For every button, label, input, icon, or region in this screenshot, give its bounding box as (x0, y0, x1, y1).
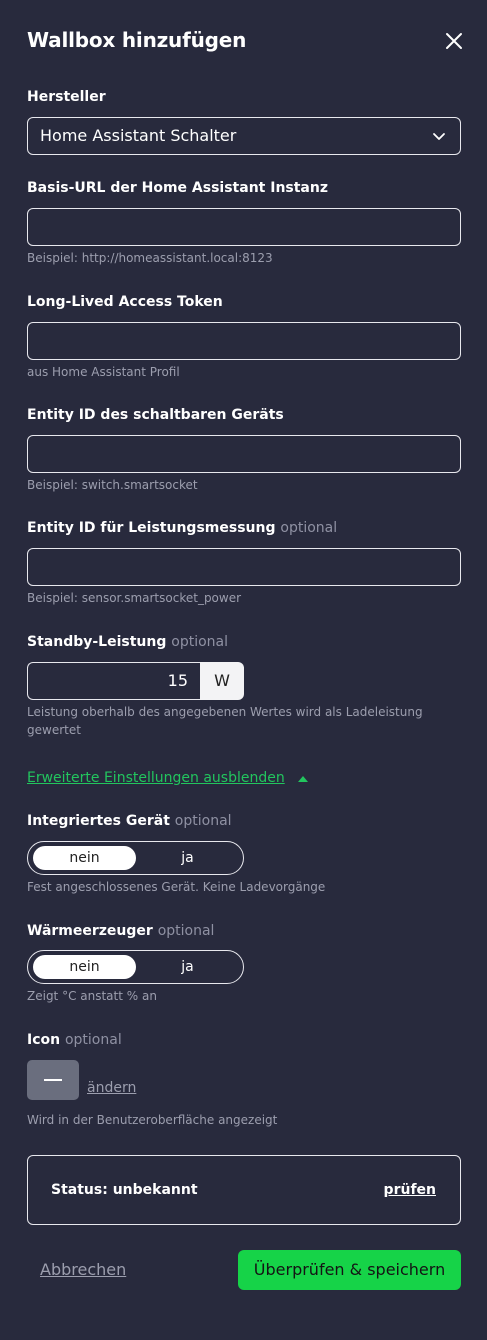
integrated-label: Integriertes Gerät optional (27, 813, 232, 829)
standby-help-1: Leistung oberhalb des angegebenen Wertes… (27, 705, 423, 719)
minus-icon (44, 1079, 62, 1081)
standby-unit: W (200, 662, 244, 700)
dialog-title: Wallbox hinzufügen (27, 28, 247, 52)
standby-input[interactable]: 15 (27, 662, 200, 700)
power-entity-input[interactable] (27, 548, 461, 586)
switch-entity-label: Entity ID des schaltbaren Geräts (27, 407, 284, 423)
heater-label: Wärmeerzeuger optional (27, 923, 215, 939)
optional-tag: optional (280, 520, 338, 536)
manufacturer-label: Hersteller (27, 89, 106, 105)
chevron-down-icon (433, 133, 445, 140)
switch-entity-help: Beispiel: switch.smartsocket (27, 478, 198, 492)
close-icon[interactable] (444, 31, 464, 51)
manufacturer-value: Home Assistant Schalter (40, 126, 237, 145)
icon-preview[interactable] (27, 1060, 79, 1100)
cancel-button[interactable]: Abbrechen (40, 1260, 126, 1279)
optional-tag: optional (171, 634, 228, 650)
status-text: Status: unbekannt (51, 1182, 198, 1198)
power-entity-help: Beispiel: sensor.smartsocket_power (27, 591, 242, 605)
heater-help: Zeigt °C anstatt % an (27, 989, 157, 1003)
power-entity-label: Entity ID für Leistungsmessung optional (27, 520, 338, 536)
optional-tag: optional (174, 813, 232, 829)
optional-tag: optional (157, 923, 215, 939)
standby-label: Standby-Leistung optional (27, 634, 228, 650)
optional-tag: optional (64, 1032, 122, 1048)
heater-option-no[interactable]: nein (33, 955, 136, 979)
base-url-label: Basis-URL der Home Assistant Instanz (27, 180, 328, 196)
manufacturer-select[interactable]: Home Assistant Schalter (27, 117, 461, 155)
icon-change-link[interactable]: ändern (87, 1080, 136, 1096)
base-url-help: Beispiel: http://homeassistant.local:812… (27, 251, 273, 265)
icon-help: Wird in der Benutzeroberfläche angezeigt (27, 1113, 278, 1127)
switch-entity-input[interactable] (27, 435, 461, 473)
token-input[interactable] (27, 322, 461, 360)
heater-toggle[interactable]: nein ja (27, 950, 244, 984)
standby-help-2: gewertet (27, 723, 81, 737)
integrated-toggle[interactable]: nein ja (27, 841, 244, 875)
icon-label: Icon optional (27, 1032, 122, 1048)
integrated-help: Fest angeschlossenes Gerät. Keine Ladevo… (27, 880, 326, 894)
integrated-option-yes[interactable]: ja (136, 846, 239, 870)
status-panel: Status: unbekannt prüfen (27, 1155, 461, 1225)
token-help: aus Home Assistant Profil (27, 365, 180, 379)
integrated-option-no[interactable]: nein (33, 846, 136, 870)
advanced-settings-toggle[interactable]: Erweiterte Einstellungen ausblenden (27, 770, 285, 786)
heater-option-yes[interactable]: ja (136, 955, 239, 979)
base-url-input[interactable] (27, 208, 461, 246)
save-button[interactable]: Überprüfen & speichern (238, 1250, 461, 1290)
token-label: Long-Lived Access Token (27, 294, 223, 310)
standby-value: 15 (167, 671, 188, 690)
caret-up-icon[interactable] (298, 776, 308, 782)
check-link[interactable]: prüfen (384, 1182, 436, 1198)
